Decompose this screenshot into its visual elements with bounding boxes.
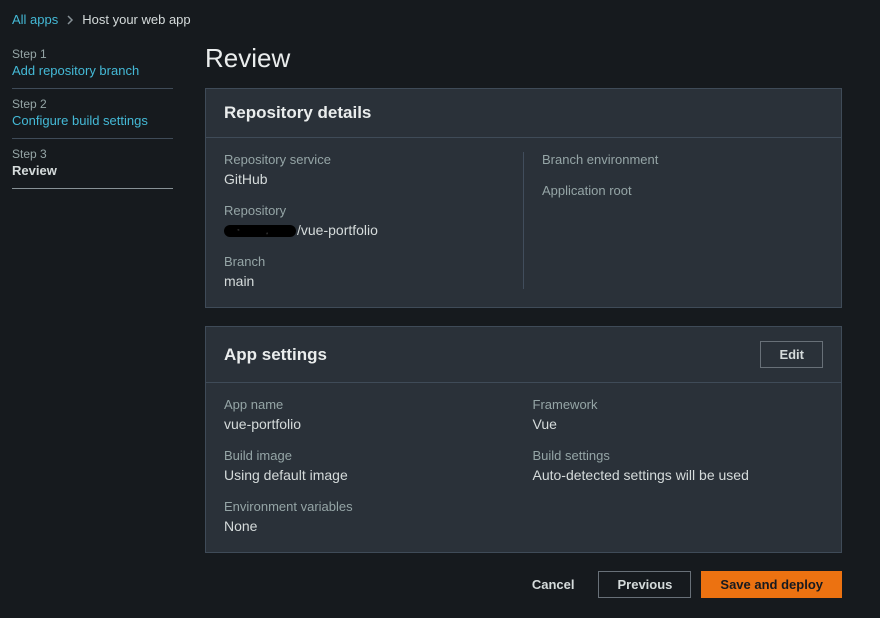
edit-button[interactable]: Edit xyxy=(760,341,823,368)
field-build-settings: Build settings Auto-detected settings wi… xyxy=(533,448,824,483)
step-2[interactable]: Step 2 Configure build settings xyxy=(12,89,173,139)
step-label: Configure build settings xyxy=(12,113,173,128)
field-value: vue-portfolio xyxy=(224,416,515,432)
previous-button[interactable]: Previous xyxy=(598,571,691,598)
page-title: Review xyxy=(205,43,842,74)
field-label: Application root xyxy=(542,183,823,198)
field-label: Repository service xyxy=(224,152,505,167)
repository-details-panel: Repository details Repository service Gi… xyxy=(205,88,842,308)
field-label: Repository xyxy=(224,203,505,218)
redacted-owner xyxy=(224,225,296,237)
field-value: None xyxy=(224,518,515,534)
field-label: App name xyxy=(224,397,515,412)
field-label: Build image xyxy=(224,448,515,463)
step-1[interactable]: Step 1 Add repository branch xyxy=(12,39,173,89)
step-label: Add repository branch xyxy=(12,63,173,78)
field-build-image: Build image Using default image xyxy=(224,448,515,483)
step-number: Step 3 xyxy=(12,147,173,161)
field-value: main xyxy=(224,273,505,289)
field-value: Vue xyxy=(533,416,824,432)
panel-title: Repository details xyxy=(224,103,371,123)
field-value: Using default image xyxy=(224,467,515,483)
app-settings-panel: App settings Edit App name vue-portfolio… xyxy=(205,326,842,553)
breadcrumb-all-apps[interactable]: All apps xyxy=(12,12,58,27)
breadcrumb: All apps Host your web app xyxy=(0,0,880,35)
field-framework: Framework Vue xyxy=(533,397,824,432)
main-content: Review Repository details Repository ser… xyxy=(185,35,880,618)
step-number: Step 1 xyxy=(12,47,173,61)
field-label: Branch xyxy=(224,254,505,269)
wizard-sidebar: Step 1 Add repository branch Step 2 Conf… xyxy=(0,35,185,618)
field-label: Branch environment xyxy=(542,152,823,167)
panel-title: App settings xyxy=(224,345,327,365)
chevron-right-icon xyxy=(66,15,74,25)
field-branch-environment: Branch environment xyxy=(542,152,823,167)
field-application-root: Application root xyxy=(542,183,823,198)
field-repository-service: Repository service GitHub xyxy=(224,152,505,187)
field-branch: Branch main xyxy=(224,254,505,289)
field-env-vars: Environment variables None xyxy=(224,499,515,534)
field-label: Environment variables xyxy=(224,499,515,514)
field-value: GitHub xyxy=(224,171,505,187)
field-label: Build settings xyxy=(533,448,824,463)
field-label: Framework xyxy=(533,397,824,412)
field-value: /vue-portfolio xyxy=(224,222,505,238)
breadcrumb-current: Host your web app xyxy=(82,12,190,27)
field-app-name: App name vue-portfolio xyxy=(224,397,515,432)
step-label: Review xyxy=(12,163,173,178)
step-3: Step 3 Review xyxy=(12,139,173,189)
field-repository: Repository /vue-portfolio xyxy=(224,203,505,238)
repo-suffix: /vue-portfolio xyxy=(297,222,378,238)
step-number: Step 2 xyxy=(12,97,173,111)
wizard-actions: Cancel Previous Save and deploy xyxy=(205,571,842,598)
save-and-deploy-button[interactable]: Save and deploy xyxy=(701,571,842,598)
cancel-button[interactable]: Cancel xyxy=(518,572,589,597)
field-value: Auto-detected settings will be used xyxy=(533,467,824,483)
